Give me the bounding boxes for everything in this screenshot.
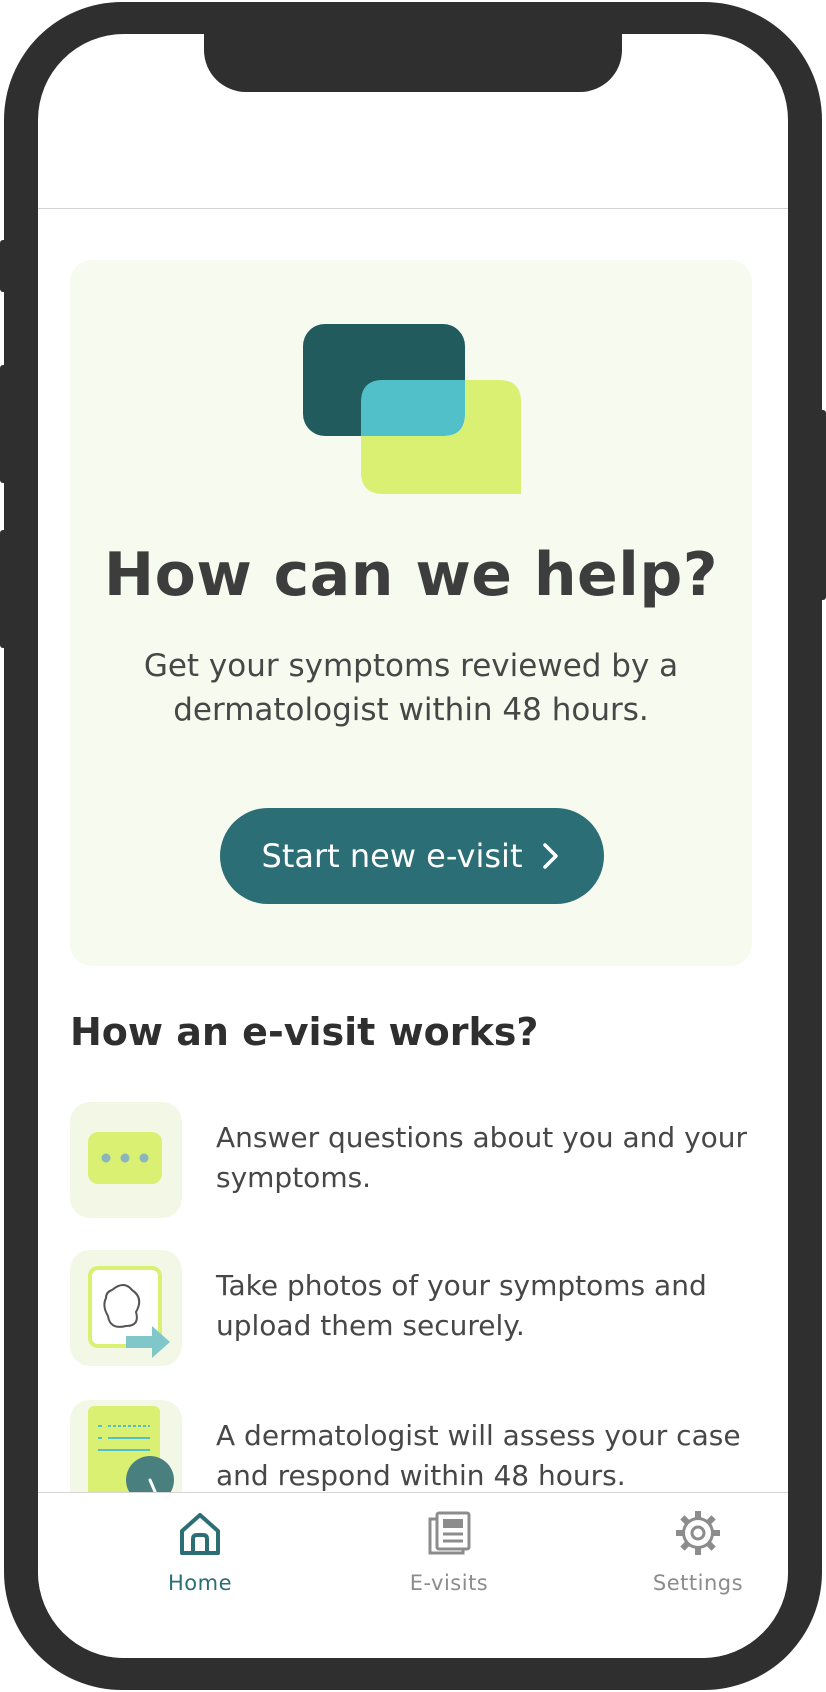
start-evisit-label: Start new e-visit <box>261 837 523 875</box>
hero-subtitle: Get your symptoms reviewed by a dermatol… <box>143 648 679 728</box>
step-text: Answer questions about you and your symp… <box>216 1121 748 1194</box>
chevron-right-icon <box>543 843 559 869</box>
step-icon-tile <box>70 1250 182 1366</box>
volume-down-button <box>0 530 8 648</box>
app-screen: How can we help? Get your symptoms revie… <box>38 34 788 1658</box>
volume-up-button <box>0 365 8 483</box>
header-divider <box>38 208 788 209</box>
documents-icon <box>428 1511 471 1555</box>
step-icon-tile <box>70 1102 182 1218</box>
tab-home[interactable]: Home <box>100 1493 300 1603</box>
how-it-works-title: How an e-visit works? <box>70 1010 539 1054</box>
bottom-tab-bar: Home E-visits Settings <box>38 1492 788 1658</box>
tab-label: Settings <box>652 1571 744 1595</box>
tab-evisits[interactable]: E-visits <box>349 1493 549 1603</box>
mute-switch <box>0 240 8 292</box>
step-text: Take photos of your symptoms and upload … <box>216 1269 707 1342</box>
chat-bubbles-illustration <box>303 324 521 494</box>
chat-bubble-icon <box>88 1132 162 1184</box>
step-item: Answer questions about you and your symp… <box>70 1102 760 1218</box>
hero-card: How can we help? Get your symptoms revie… <box>70 260 752 966</box>
step-item: Take photos of your symptoms and upload … <box>70 1250 760 1366</box>
home-icon <box>180 1513 220 1555</box>
device-notch <box>204 34 622 92</box>
step-text: A dermatologist will assess your case an… <box>216 1419 741 1492</box>
photo-upload-icon <box>88 1266 170 1358</box>
tab-label: Home <box>167 1571 232 1595</box>
hero-title: How can we help? <box>103 540 719 610</box>
start-evisit-button[interactable]: Start new e-visit <box>220 808 604 904</box>
gear-icon <box>676 1511 720 1555</box>
tab-settings[interactable]: Settings <box>598 1493 788 1603</box>
power-button <box>818 410 826 600</box>
tab-label: E-visits <box>409 1571 489 1595</box>
